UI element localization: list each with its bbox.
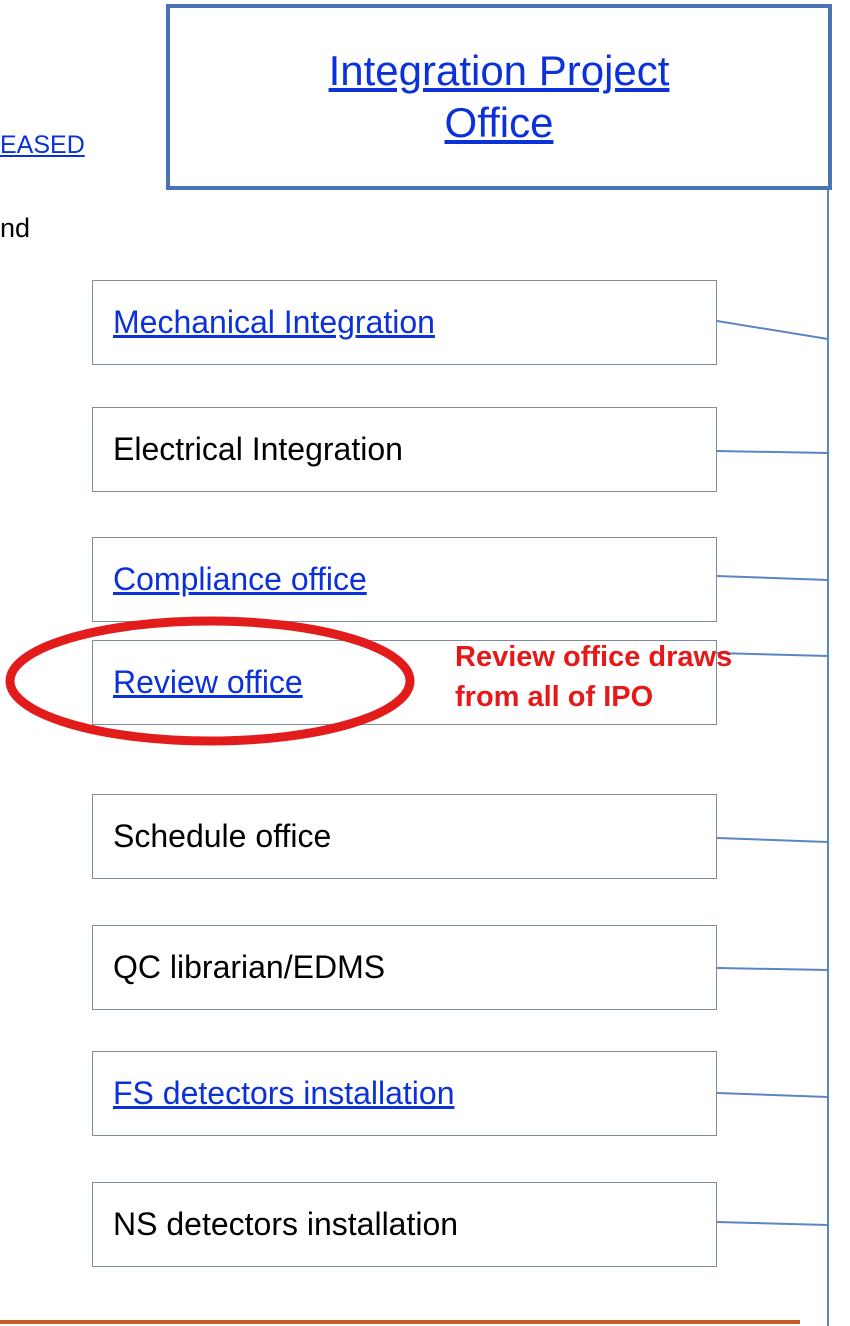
review-office-highlight-ellipse xyxy=(5,616,415,746)
review-office-annotation: Review office draws from all of IPO xyxy=(455,641,733,713)
